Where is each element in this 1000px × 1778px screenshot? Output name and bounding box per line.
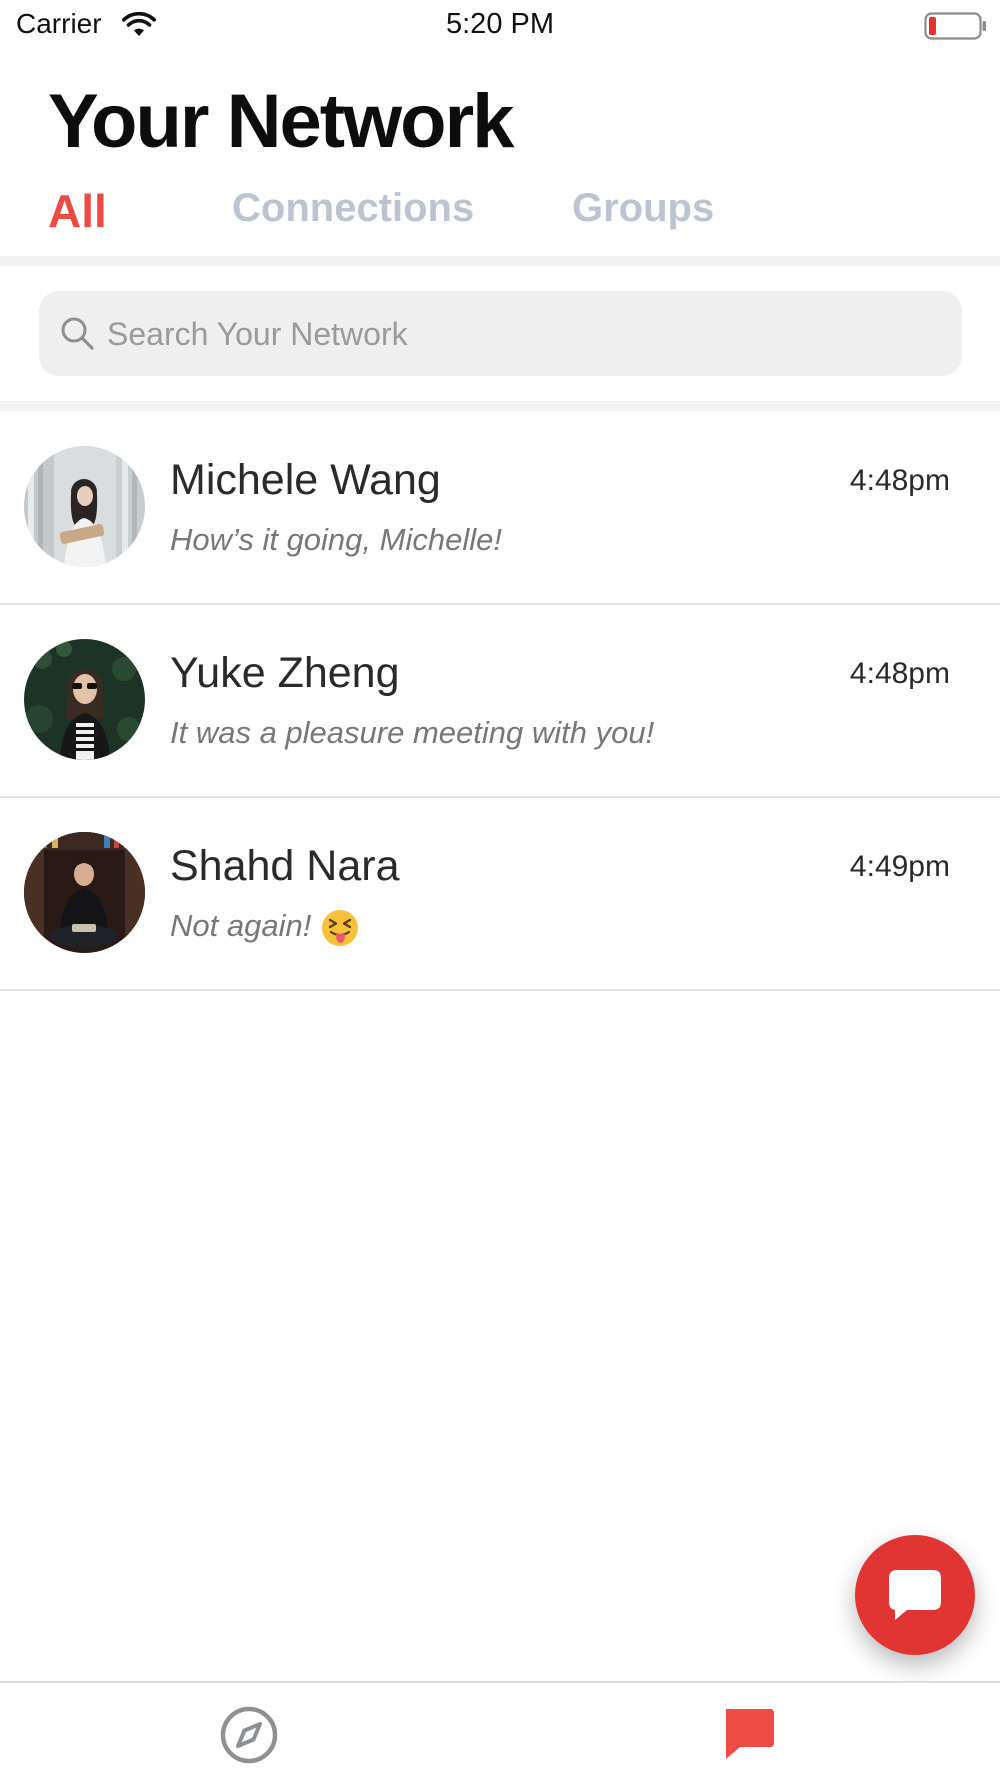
bottom-tab-bar	[0, 1681, 1000, 1778]
tab-messages[interactable]	[718, 1703, 778, 1763]
contact-name: Yuke Zheng	[170, 649, 400, 697]
conversation-item[interactable]: Michele Wang 4:48pm How’s it going, Mich…	[0, 412, 1000, 605]
message-preview: Not again!	[170, 908, 359, 947]
section-divider	[0, 256, 1000, 266]
section-divider	[0, 401, 1000, 411]
compose-message-icon	[889, 1570, 941, 1620]
network-tabs: All Connections Groups	[0, 184, 1000, 246]
message-time: 4:48pm	[849, 657, 950, 690]
avatar	[24, 446, 145, 567]
compass-icon	[220, 1706, 278, 1764]
search-icon	[59, 315, 95, 351]
conversation-item[interactable]: Yuke Zheng 4:48pm It was a pleasure meet…	[0, 605, 1000, 798]
tab-connections[interactable]: Connections	[232, 186, 474, 231]
status-bar: Carrier 5:20 PM	[0, 0, 1000, 50]
battery-icon	[924, 12, 988, 40]
conversation-item[interactable]: Shahd Nara 4:49pm Not again!	[0, 798, 1000, 991]
contact-name: Michele Wang	[170, 456, 441, 504]
message-time: 4:48pm	[849, 464, 950, 497]
avatar	[24, 832, 145, 953]
avatar	[24, 639, 145, 760]
search-bar[interactable]	[39, 291, 962, 376]
tab-groups[interactable]: Groups	[572, 186, 714, 231]
tab-all[interactable]: All	[48, 184, 107, 238]
message-preview: It was a pleasure meeting with you!	[170, 715, 655, 750]
app-screen: Carrier 5:20 PM Your Network All Connect…	[0, 0, 1000, 1778]
message-time: 4:49pm	[849, 850, 950, 883]
tab-explore[interactable]	[219, 1705, 279, 1765]
contact-name: Shahd Nara	[170, 842, 400, 890]
conversation-list: Michele Wang 4:48pm How’s it going, Mich…	[0, 412, 1000, 991]
squinting-face-with-tongue-emoji-icon	[321, 909, 359, 947]
message-preview: How’s it going, Michelle!	[170, 522, 502, 557]
page-title: Your Network	[48, 79, 514, 164]
message-icon	[726, 1709, 774, 1759]
compose-message-button[interactable]	[855, 1535, 975, 1655]
message-preview-text: Not again!	[170, 908, 312, 943]
status-time: 5:20 PM	[446, 8, 554, 40]
search-input[interactable]	[107, 309, 927, 359]
